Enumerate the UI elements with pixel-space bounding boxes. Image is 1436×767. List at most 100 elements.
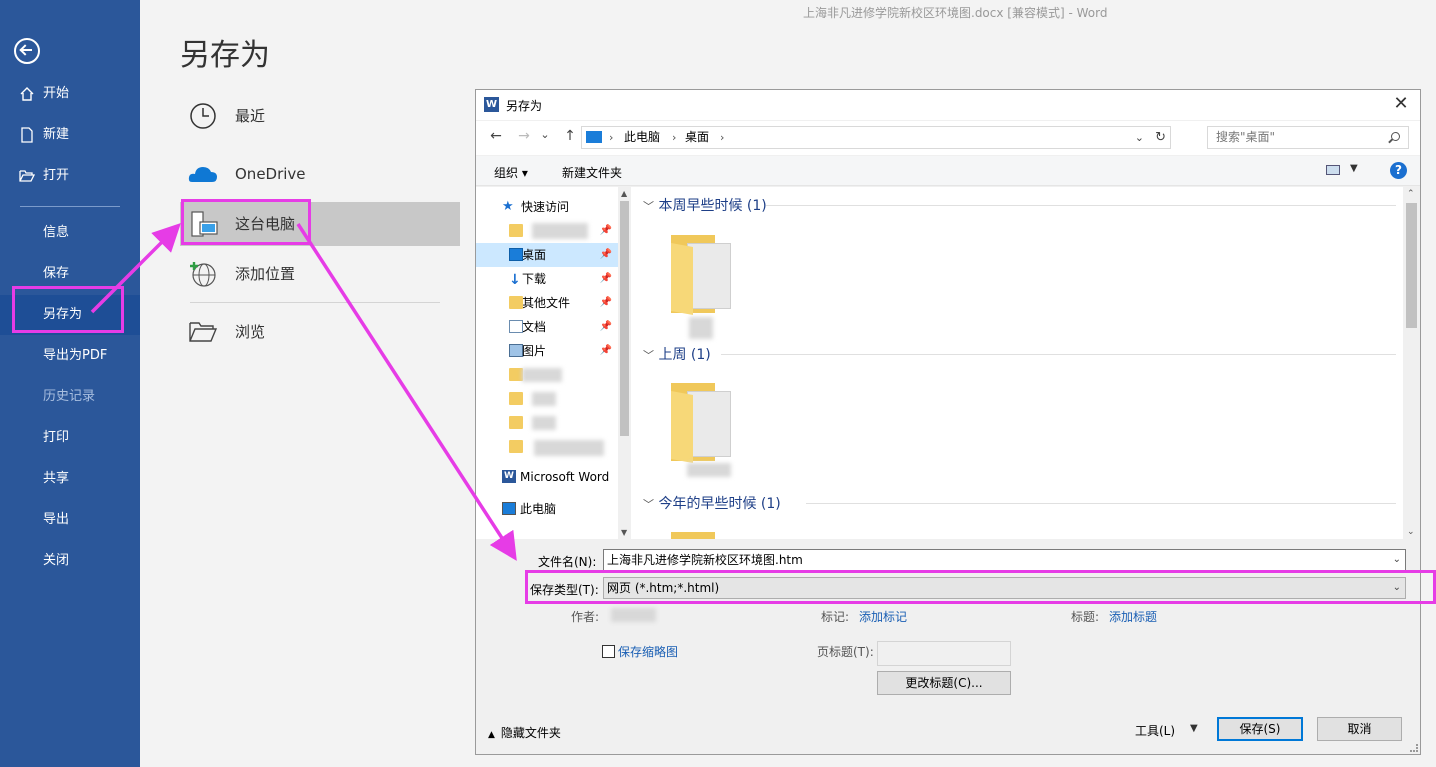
scrollbar-thumb[interactable] <box>620 201 629 436</box>
nav-item-save-as[interactable]: 另存为 <box>0 295 140 335</box>
redacted-filename <box>689 317 713 339</box>
chevron-down-icon[interactable]: ⌄ <box>1393 578 1401 598</box>
nav-label: 导出为PDF <box>43 348 108 363</box>
tree-label: 其他文件 <box>522 296 571 310</box>
change-title-button[interactable]: 更改标题(C)... <box>877 671 1011 695</box>
help-icon[interactable]: ? <box>1390 162 1407 179</box>
scrollbar-thumb[interactable] <box>1406 203 1417 328</box>
tools-button[interactable]: 工具(L) <box>1135 722 1175 739</box>
pc-icon <box>586 131 602 143</box>
dialog-toolbar: 组织 ▾ 新建文件夹 ▼ ? <box>476 156 1420 186</box>
tree-item-microsoft-word[interactable]: W Microsoft Word <box>476 465 618 489</box>
folder-icon <box>509 296 523 309</box>
group-divider <box>766 205 1396 206</box>
chevron-down-icon[interactable]: ⌄ <box>1393 550 1401 570</box>
refresh-icon[interactable]: ↻ <box>1155 127 1166 148</box>
back-icon[interactable]: ← <box>486 128 506 144</box>
nav-item-history[interactable]: 历史记录 <box>0 377 140 417</box>
tree-item-other-files[interactable]: 其他文件 📌 <box>476 291 618 315</box>
file-thumbnail[interactable] <box>671 383 733 463</box>
tree-item-documents[interactable]: 文档 📌 <box>476 315 618 339</box>
add-tags-link[interactable]: 添加标记 <box>859 608 907 625</box>
save-thumbnail-label[interactable]: 保存缩略图 <box>618 643 678 660</box>
location-onedrive[interactable]: OneDrive <box>180 152 460 196</box>
address-bar[interactable]: › 此电脑 › 桌面 › ⌄ ↻ <box>581 126 1171 149</box>
file-thumbnail[interactable] <box>671 235 733 315</box>
nav-item-info[interactable]: 信息 <box>0 213 140 253</box>
location-add-place[interactable]: 添加位置 <box>180 252 460 296</box>
title-label: 标题: <box>1071 610 1100 624</box>
open-folder-icon <box>19 170 35 182</box>
file-name-value: 上海非凡进修学院新校区环境图.htm <box>607 553 803 567</box>
group-label: 今年的早些时候 (1) <box>658 496 781 512</box>
search-input[interactable]: 搜索"桌面" <box>1207 126 1409 149</box>
redacted-label <box>532 416 556 430</box>
nav-item-home[interactable]: 开始 <box>0 74 140 114</box>
recent-locations-icon[interactable]: ⌄ <box>539 128 551 141</box>
search-placeholder: 搜索"桌面" <box>1216 130 1276 144</box>
address-row: ← → ⌄ ↑ › 此电脑 › 桌面 › ⌄ ↻ 搜索"桌面" <box>476 121 1420 155</box>
new-folder-button[interactable]: 新建文件夹 <box>562 164 622 181</box>
nav-item-export[interactable]: 导出 <box>0 500 140 540</box>
organize-button[interactable]: 组织 ▾ <box>494 164 528 181</box>
location-this-pc[interactable]: 这台电脑 <box>180 202 460 246</box>
group-header-last-week[interactable]: ﹀ 上周 (1) <box>643 344 711 364</box>
folder-icon <box>509 416 523 429</box>
nav-item-open[interactable]: 打开 <box>0 156 140 196</box>
add-title-link[interactable]: 添加标题 <box>1109 608 1157 625</box>
tree-item-downloads[interactable]: ↓ 下载 📌 <box>476 267 618 291</box>
file-preview <box>687 243 731 309</box>
redacted-label <box>534 440 604 456</box>
hide-folders-toggle[interactable]: ▲ 隐藏文件夹 <box>488 724 561 741</box>
nav-item-close[interactable]: 关闭 <box>0 541 140 581</box>
scroll-down-icon[interactable]: ▼ <box>621 528 627 537</box>
tree-item-folder[interactable] <box>476 387 618 411</box>
dialog-titlebar[interactable]: W 另存为 ✕ <box>476 90 1420 120</box>
back-arrow-icon[interactable] <box>14 38 40 64</box>
scroll-up-icon[interactable]: ▲ <box>621 189 627 198</box>
location-recent[interactable]: 最近 <box>180 94 460 138</box>
group-header-earlier-this-year[interactable]: ﹀ 今年的早些时候 (1) <box>643 493 781 513</box>
location-browse[interactable]: 浏览 <box>180 310 460 354</box>
folder-front <box>671 243 693 315</box>
tree-scrollbar[interactable]: ▲ ▼ <box>618 187 631 539</box>
tree-item-folder[interactable]: 📌 <box>476 219 618 243</box>
tree-item-pictures[interactable]: 图片 📌 <box>476 339 618 363</box>
chevron-down-icon[interactable]: ⌄ <box>1135 127 1144 148</box>
tree-item-folder[interactable] <box>476 435 618 459</box>
nav-label: 打开 <box>43 168 70 183</box>
save-type-select[interactable]: 网页 (*.htm;*.html) ⌄ <box>603 577 1406 599</box>
cancel-button[interactable]: 取消 <box>1317 717 1402 741</box>
scroll-up-icon[interactable]: ⌃ <box>1407 189 1415 199</box>
breadcrumb-this-pc[interactable]: 此电脑 <box>624 127 660 148</box>
word-icon: W <box>502 470 516 483</box>
nav-item-export-pdf[interactable]: 导出为PDF <box>0 336 140 376</box>
resize-grip-icon[interactable] <box>1410 744 1418 752</box>
folder-icon <box>509 440 523 453</box>
tree-item-desktop[interactable]: 桌面 📌 <box>476 243 618 267</box>
tree-item-folder[interactable] <box>476 363 618 387</box>
tree-item-folder[interactable] <box>476 411 618 435</box>
save-thumbnail-checkbox[interactable] <box>602 645 615 658</box>
save-button[interactable]: 保存(S) <box>1217 717 1303 741</box>
chevron-down-icon[interactable]: ▼ <box>1190 723 1198 734</box>
up-folder-icon[interactable]: ↑ <box>560 128 580 144</box>
nav-item-new[interactable]: 新建 <box>0 115 140 155</box>
close-button[interactable]: ✕ <box>1388 92 1414 118</box>
breadcrumb-desktop[interactable]: 桌面 <box>685 127 709 148</box>
chevron-down-icon[interactable]: ▼ <box>1350 163 1358 174</box>
scroll-down-icon[interactable]: ⌄ <box>1407 527 1415 537</box>
forward-icon[interactable]: → <box>514 128 534 144</box>
file-list-scrollbar[interactable]: ⌃ ⌄ <box>1403 187 1420 539</box>
group-header-this-week[interactable]: ﹀ 本周早些时候 (1) <box>643 195 767 215</box>
chevron-right-icon: › <box>720 131 725 144</box>
nav-item-save[interactable]: 保存 <box>0 254 140 294</box>
nav-item-print[interactable]: 打印 <box>0 418 140 458</box>
clock-icon <box>190 103 216 129</box>
nav-item-share[interactable]: 共享 <box>0 459 140 499</box>
home-icon <box>20 87 34 101</box>
tree-item-quick-access[interactable]: ★ 快速访问 <box>476 195 618 219</box>
view-options-icon[interactable] <box>1326 165 1340 175</box>
file-name-input[interactable]: 上海非凡进修学院新校区环境图.htm ⌄ <box>603 549 1406 571</box>
tree-item-this-pc[interactable]: 此电脑 <box>476 497 618 521</box>
